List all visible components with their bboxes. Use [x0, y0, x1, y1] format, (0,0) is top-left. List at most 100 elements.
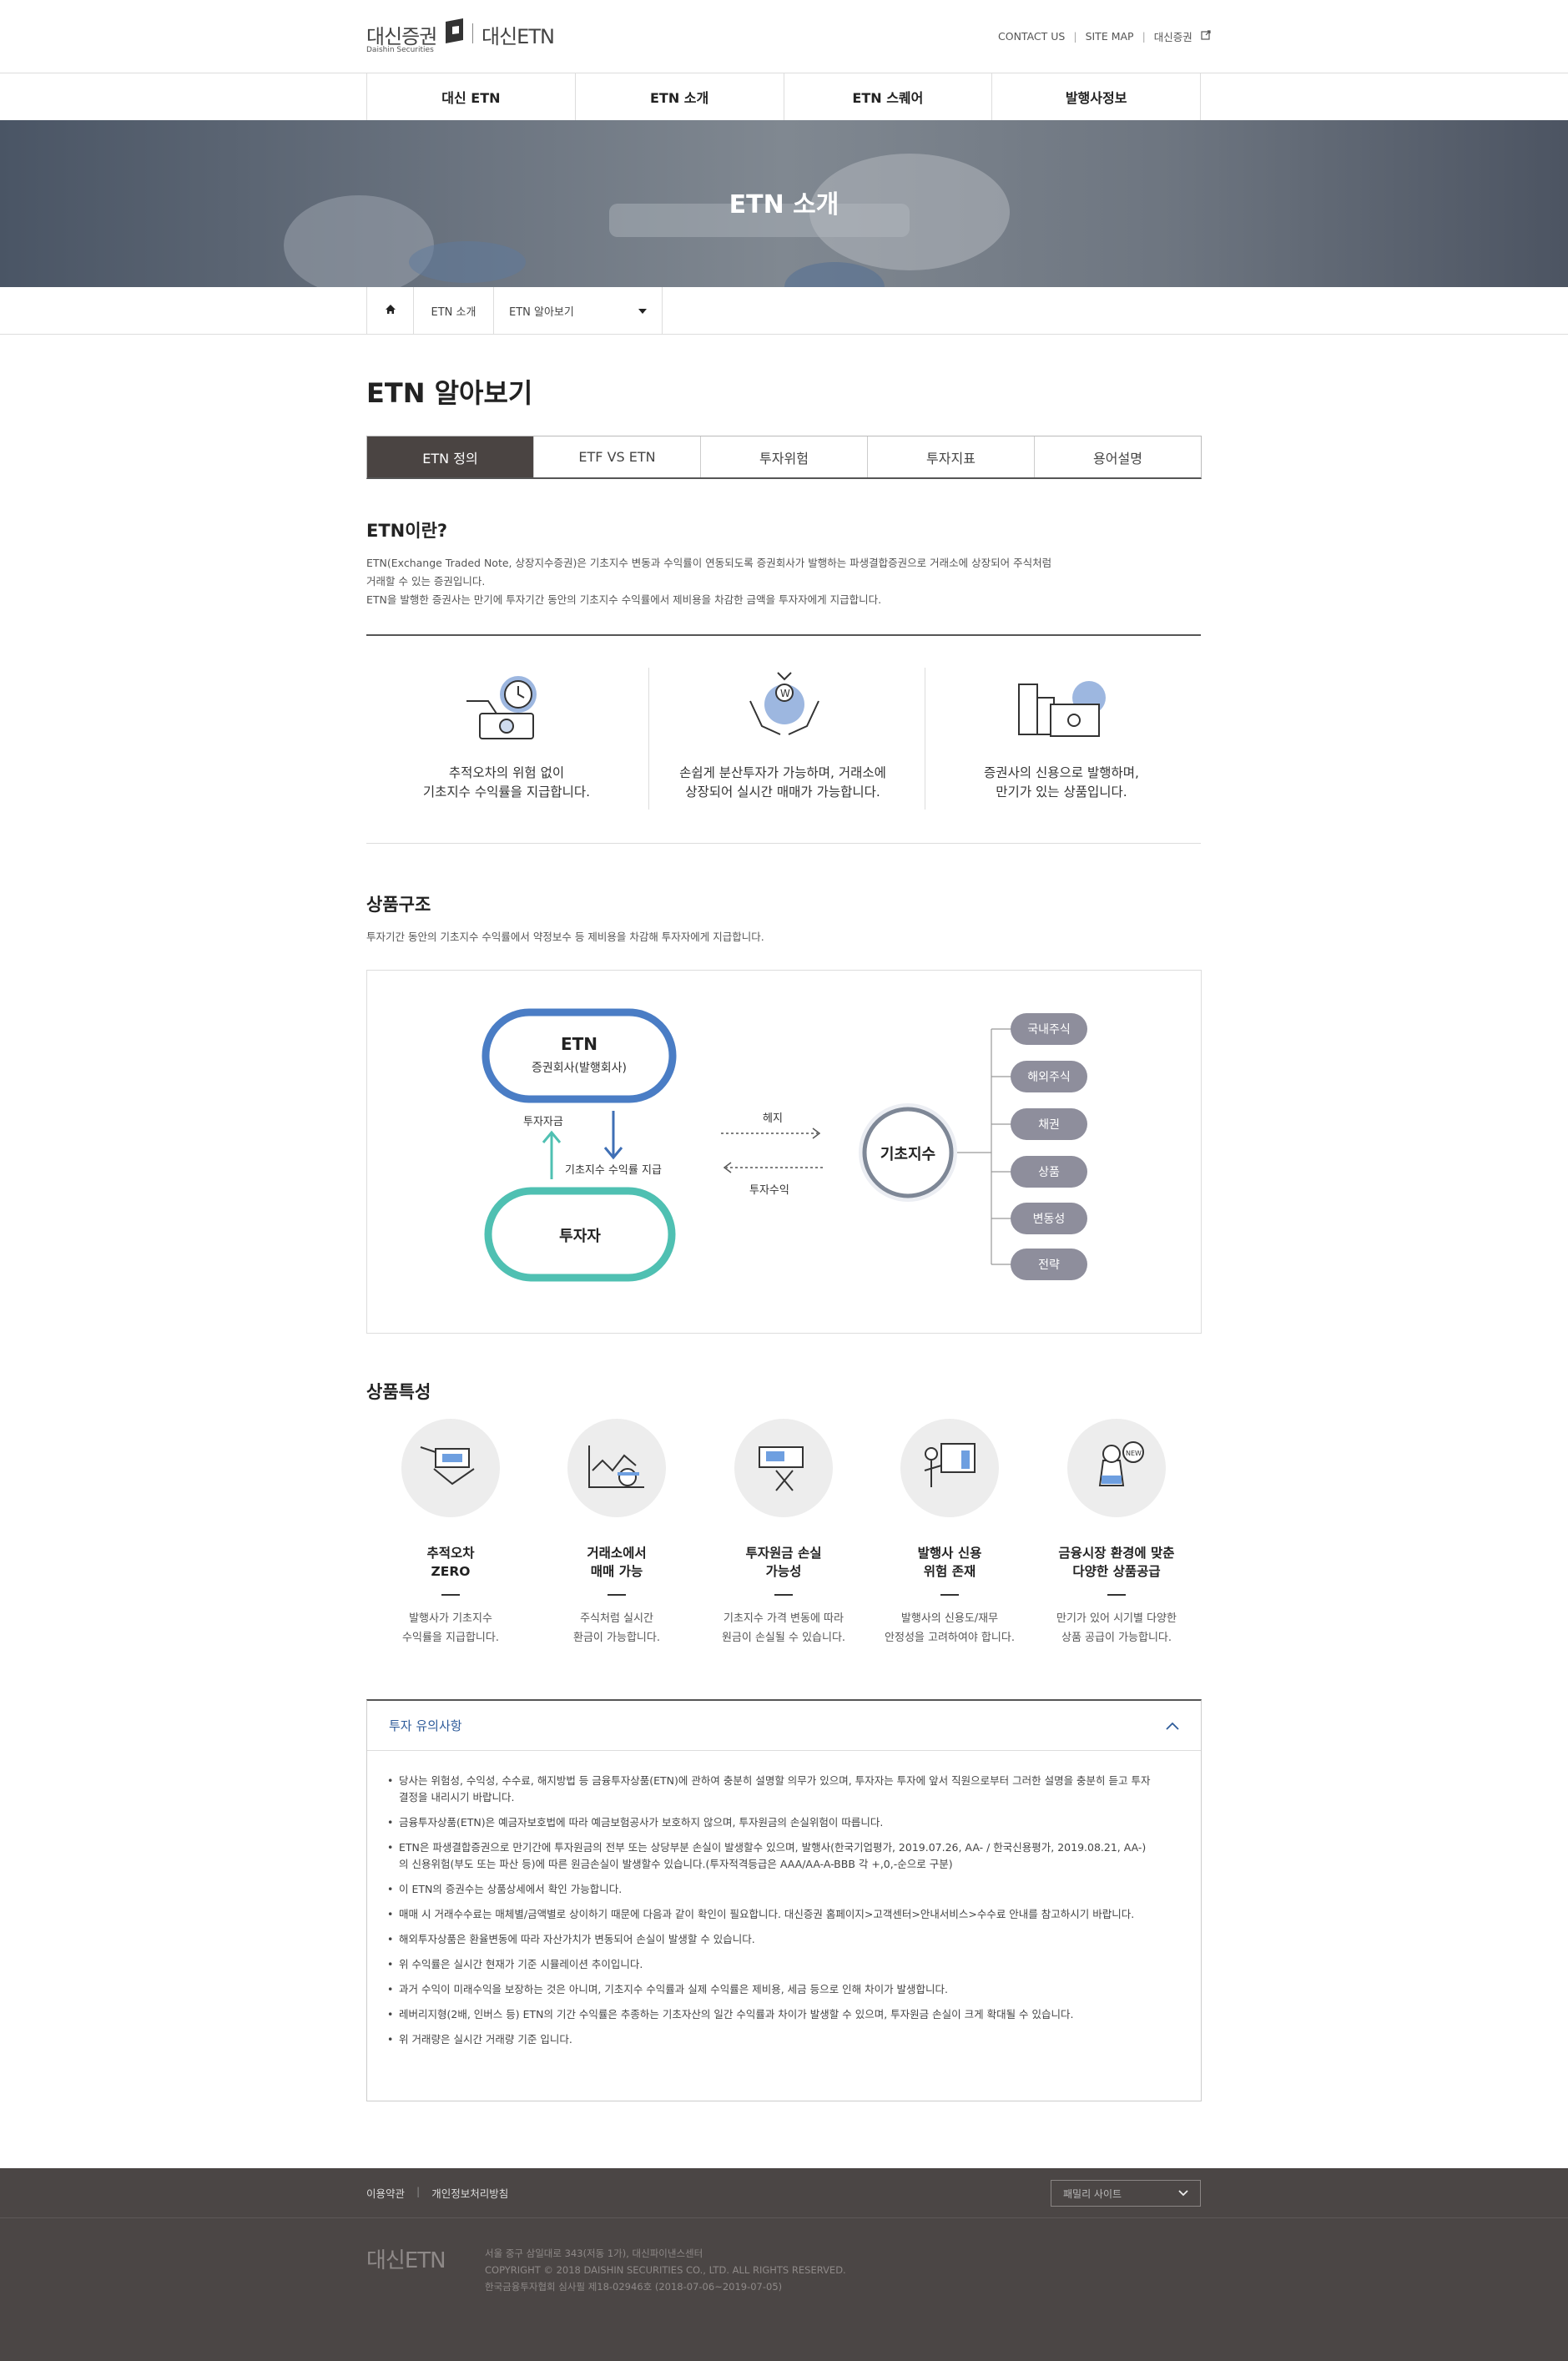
logo-divider	[472, 23, 473, 43]
char-desc-line: 수익률을 지급합니다.	[402, 1632, 499, 1644]
logo-kr: 대신증권	[366, 25, 437, 48]
feature-text: 기초지수 수익률을 지급합니다.	[422, 784, 591, 800]
new-product-icon: NEW	[1098, 1441, 1144, 1486]
feature-text: 만기가 있는 상품입니다.	[996, 784, 1127, 800]
char-desc: 만기가 있어 시기별 다양한 상품 공급이 가능합니다.	[1033, 1609, 1200, 1647]
char-desc: 기초지수 가격 변동에 따라원금이 손실될 수 있습니다.	[700, 1609, 867, 1647]
footer-links: 이용약관 | 개인정보처리방침	[366, 2185, 508, 2201]
char-desc-line: 기초지수 가격 변동에 따라	[723, 1612, 844, 1625]
intro-text-1: ETN(Exchange Traded Note, 상장지수증권)은 기초지수 …	[366, 557, 1052, 569]
logo-mark-icon	[443, 18, 465, 43]
footer-divider: |	[416, 2185, 421, 2197]
asset-pill: 변동성	[1011, 1203, 1087, 1234]
breadcrumb-level1-label: ETN 소개	[431, 305, 476, 319]
notice-title: 투자 유의사항	[389, 1718, 462, 1733]
footer-review: 한국금융투자협회 심사필 제18-02946호 (2018-07-06~2019…	[485, 2281, 783, 2293]
footer-terms-link[interactable]: 이용약관	[366, 2185, 405, 2201]
feature-text: 손쉽게 분산투자가 가능하며, 거래소에	[679, 765, 886, 780]
notice-panel: 투자 유의사항 당사는 위험성, 수익성, 수수료, 해지방법 등 금융투자상품…	[366, 1699, 1202, 2101]
char-title-line: 추적오차	[426, 1546, 475, 1561]
divider	[366, 843, 1201, 844]
intro-description: ETN(Exchange Traded Note, 상장지수증권)은 기초지수 …	[366, 554, 1201, 609]
footer-copyright: COPYRIGHT © 2018 DAISHIN SECURITIES CO.,…	[485, 2264, 846, 2276]
chevron-up-icon[interactable]	[1166, 1718, 1179, 1733]
issuer-credit-icon	[1014, 668, 1114, 747]
index-pay-label: 기초지수 수익률 지급	[565, 1164, 662, 1177]
breadcrumb: ETN 소개 ETN 알아보기	[366, 287, 663, 334]
notice-list: 당사는 위험성, 수익성, 수수료, 해지방법 등 금융투자상품(ETN)에 관…	[367, 1751, 1201, 2048]
char-desc: 발행사가 기초지수 수익률을 지급합니다.	[367, 1609, 534, 1647]
main-nav: 대신 ETN ETN 소개 ETN 스퀘어 발행사정보	[366, 73, 1201, 120]
notice-header[interactable]: 투자 유의사항	[367, 1701, 1201, 1751]
char-title: 발행사 신용 위험 존재	[866, 1544, 1033, 1581]
svg-text:NEW: NEW	[1126, 1450, 1142, 1457]
feature-item: 추적오차의 위험 없이 기초지수 수익률을 지급합니다.	[381, 764, 632, 802]
char-desc: 주식처럼 실시간 환금이 가능합니다.	[533, 1609, 700, 1647]
footer: 이용약관 | 개인정보처리방침 패밀리 사이트 대신ETN 서울 중구 삼일대로…	[0, 2168, 1568, 2361]
svg-text:W: W	[780, 688, 790, 699]
feature-divider	[648, 668, 649, 810]
tab-etf-vs-etn[interactable]: ETF VS ETN	[534, 436, 701, 477]
char-title: 금융시장 환경에 맞춘 다양한 상품공급	[1033, 1544, 1200, 1581]
external-link-icon	[1201, 30, 1211, 43]
char-title: 투자원금 손실 가능성	[700, 1544, 867, 1581]
notice-item: 이 ETN의 증권수는 상품상세에서 확인 가능합니다.	[387, 1881, 1151, 1898]
util-divider: |	[1073, 30, 1077, 43]
notice-item: 금융투자상품(ETN)은 예금자보호법에 따라 예금보험공사가 보호하지 않으며…	[387, 1814, 1151, 1831]
nav-item-issuer-info[interactable]: 발행사정보	[992, 73, 1201, 120]
util-daishin-link[interactable]: 대신증권	[1154, 28, 1192, 44]
logo-etn: 대신ETN	[481, 25, 555, 48]
util-menu: CONTACT US | SITE MAP | 대신증권	[998, 28, 1211, 44]
util-divider: |	[1142, 30, 1146, 43]
profit-label: 투자수익	[749, 1184, 789, 1197]
char-title-line: 매매 가능	[590, 1564, 643, 1579]
nav-item-daishin-etn[interactable]: 대신 ETN	[367, 73, 576, 120]
family-site-select[interactable]: 패밀리 사이트	[1051, 2180, 1201, 2207]
investor-node: 투자자	[559, 1228, 601, 1245]
breadcrumb-level1[interactable]: ETN 소개	[414, 287, 494, 334]
invest-pay-label: 투자자금	[523, 1116, 563, 1128]
structure-heading: 상품구조	[366, 895, 431, 915]
char-desc-line: 원금이 손실될 수 있습니다.	[721, 1632, 846, 1644]
nav-item-etn-square[interactable]: ETN 스퀘어	[784, 73, 993, 120]
zero-tracking-icon	[420, 1446, 475, 1486]
tab-etn-definition[interactable]: ETN 정의	[367, 436, 534, 477]
principal-loss-icon	[759, 1446, 804, 1491]
family-site-label: 패밀리 사이트	[1063, 2187, 1122, 2200]
asset-pill: 상품	[1011, 1156, 1087, 1188]
notice-item: 위 수익률은 실시간 현재가 기준 시뮬레이션 추이입니다.	[387, 1956, 1151, 1973]
breadcrumb-bar	[0, 287, 1568, 335]
feature-text: 상장되어 실시간 매매가 가능합니다.	[685, 784, 880, 800]
feature-item: 손쉽게 분산투자가 가능하며, 거래소에상장되어 실시간 매매가 가능합니다.	[658, 764, 908, 802]
util-contact-link[interactable]: CONTACT US	[998, 30, 1065, 43]
structure-diagram: ETN 증권회사(발행회사) 투자자 투자자금 기초지수 수익률 지급 헤지 투…	[366, 970, 1202, 1334]
asset-pill: 전략	[1011, 1249, 1087, 1280]
footer-top: 이용약관 | 개인정보처리방침 패밀리 사이트	[0, 2168, 1568, 2218]
page-title: ETN 알아보기	[366, 377, 533, 409]
notice-item: ETN은 파생결합증권으로 만기간에 투자원금의 전부 또는 상당부분 손실이 …	[387, 1839, 1151, 1873]
nav-item-etn-intro[interactable]: ETN 소개	[576, 73, 784, 120]
breadcrumb-home[interactable]	[367, 287, 414, 334]
intro-text-1b: 거래할 수 있는 증권입니다.	[366, 575, 486, 588]
char-desc-line: 안정성을 고려하여야 합니다.	[885, 1632, 1015, 1644]
footer-address: 서울 중구 삼일대로 343(저동 1가), 대신파이낸스센터	[485, 2247, 703, 2259]
char-title-line: 거래소에서	[587, 1546, 647, 1561]
asset-pill: 해외주식	[1011, 1061, 1087, 1092]
util-sitemap-link[interactable]: SITE MAP	[1086, 30, 1134, 43]
chevron-down-icon	[1178, 2187, 1188, 2199]
characteristics-heading: 상품특성	[366, 1382, 431, 1402]
tab-investment-indicators[interactable]: 투자지표	[868, 436, 1035, 477]
notice-item: 레버리지형(2배, 인버스 등) ETN의 기간 수익률은 추종하는 기초자산의…	[387, 2006, 1151, 2023]
intro-heading: ETN이란?	[366, 521, 448, 541]
structure-description: 투자기간 동안의 기초지수 수익률에서 약정보수 등 제비용을 차감해 투자자에…	[366, 931, 764, 943]
tab-investment-risk[interactable]: 투자위험	[701, 436, 868, 477]
asset-pill: 채권	[1011, 1108, 1087, 1140]
tab-glossary[interactable]: 용어설명	[1035, 436, 1201, 477]
breadcrumb-level2-select[interactable]: ETN 알아보기	[494, 287, 663, 334]
char-dash	[774, 1594, 793, 1596]
logo[interactable]: 대신증권 Daishin Securities 대신ETN	[366, 18, 567, 57]
footer-privacy-link[interactable]: 개인정보처리방침	[431, 2185, 508, 2201]
char-title: 추적오차 ZERO	[367, 1544, 534, 1581]
char-desc-line: 상품 공급이 가능합니다.	[1061, 1632, 1172, 1644]
home-icon	[385, 304, 396, 318]
